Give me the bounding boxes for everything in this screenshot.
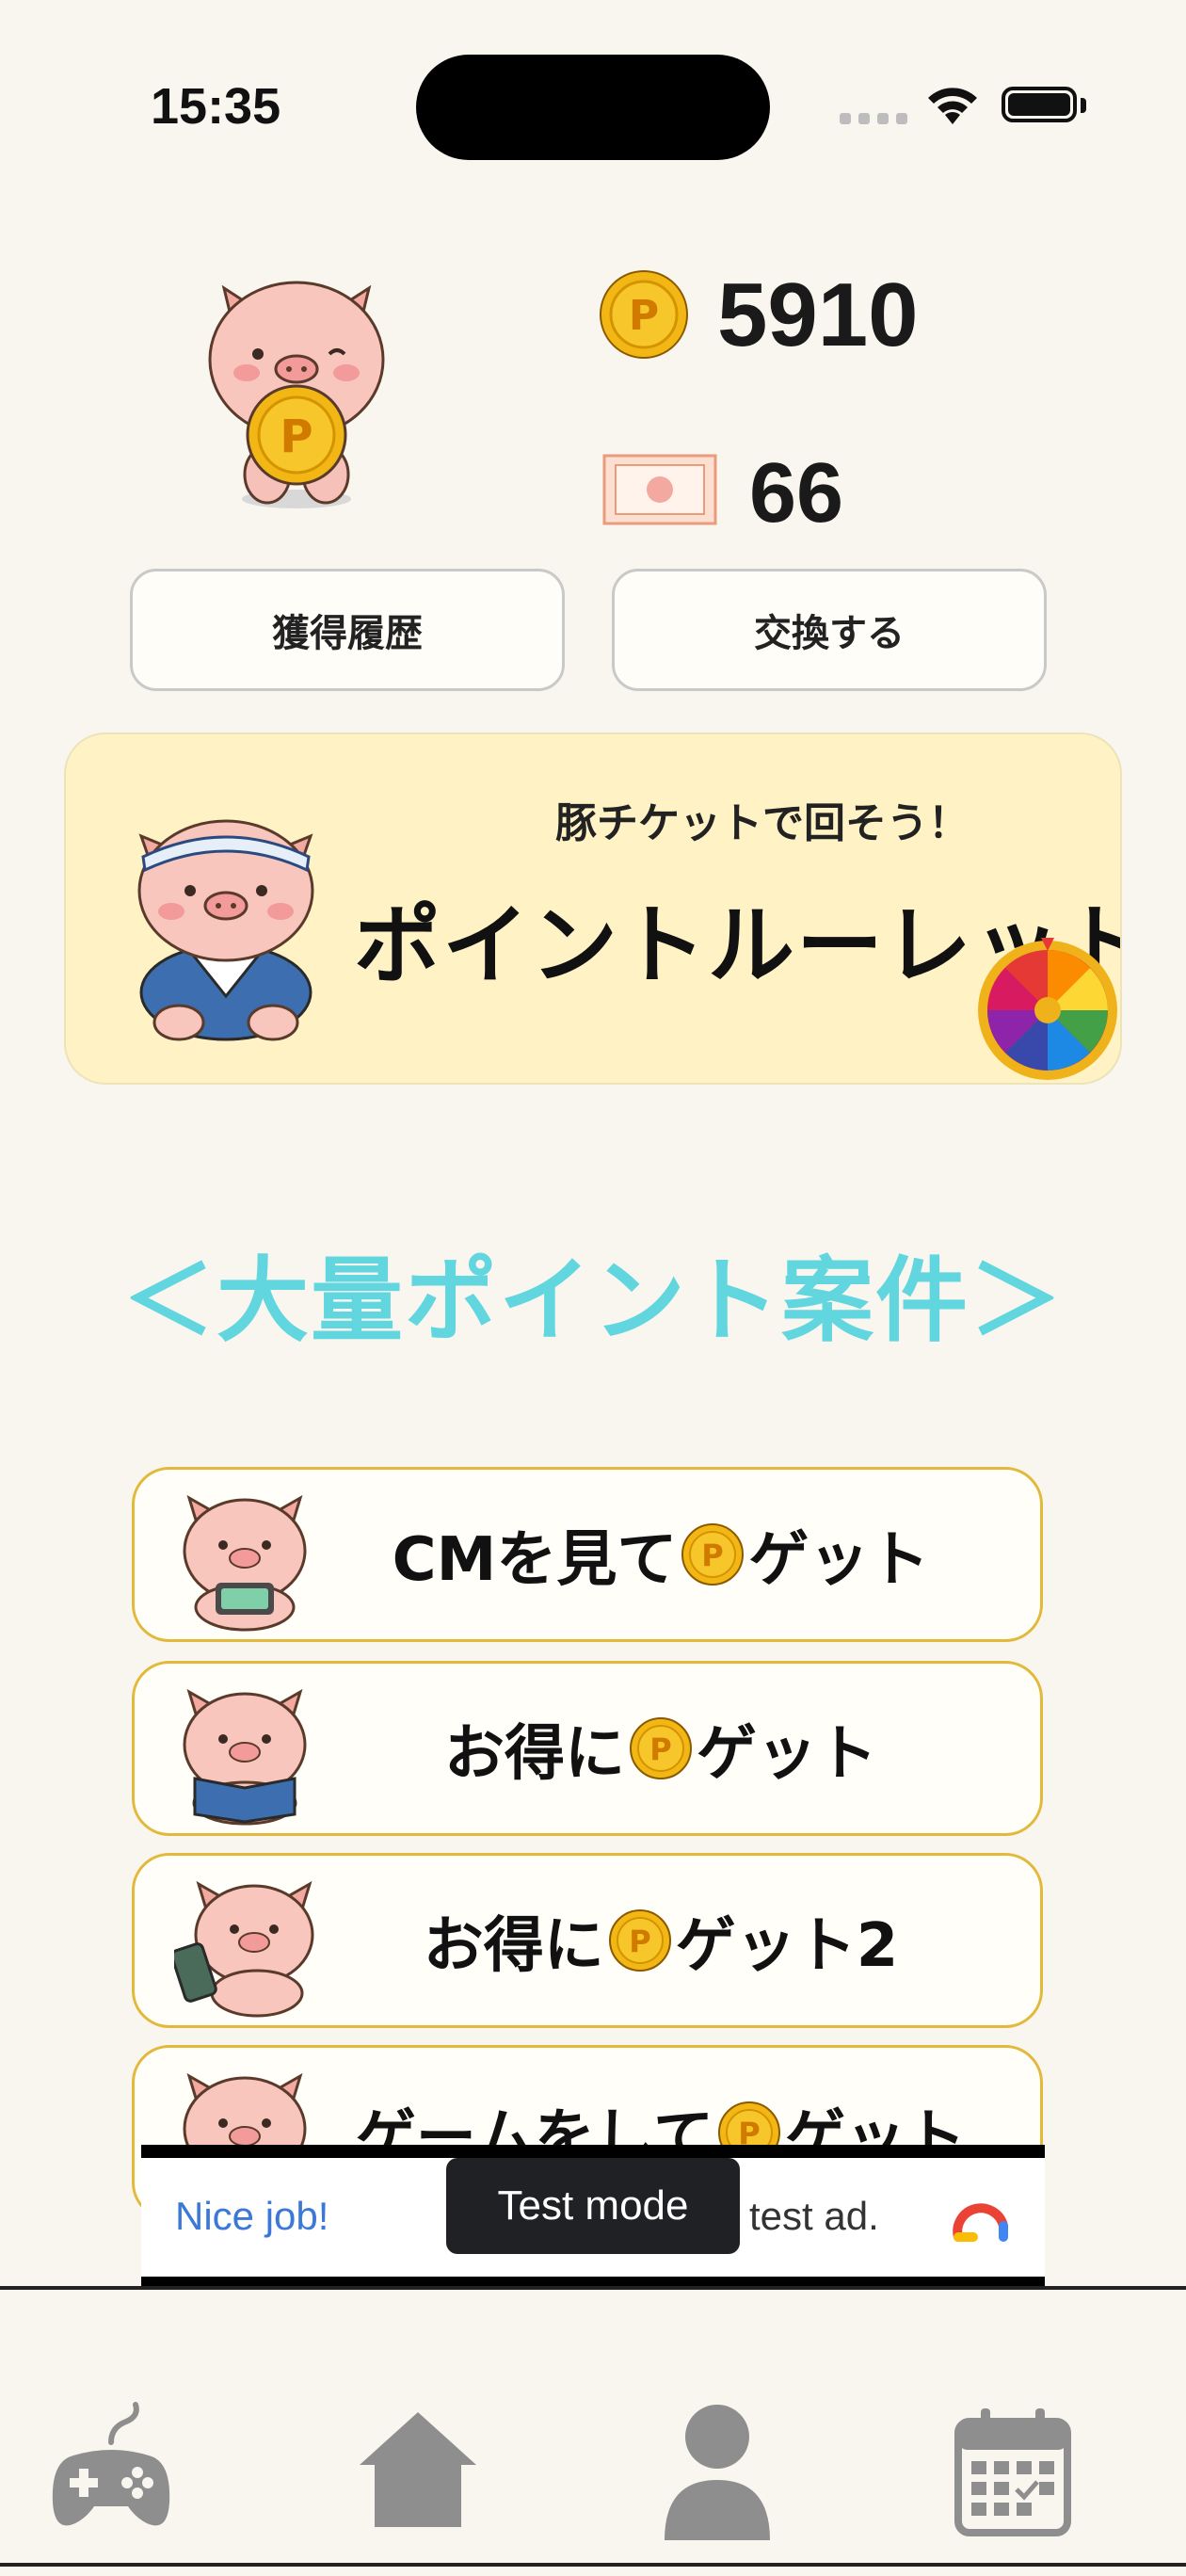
list-item-label: お得に P ゲット — [319, 1664, 1002, 1833]
test-mode-toast: Test mode — [446, 2158, 740, 2254]
list-item-label: CMを見て P ゲット — [319, 1470, 1002, 1639]
list-item-deal-2[interactable]: お得に P ゲット2 — [132, 1853, 1043, 2028]
pig-ticket-icon — [602, 454, 717, 525]
pig-holding-coin-illustration: P — [208, 281, 385, 508]
point-roulette-banner[interactable]: 豚チケットで回そう！ ポイントルーレット — [64, 733, 1122, 1085]
pig-happi-illustration — [137, 819, 314, 1041]
list-item-label: お得に P ゲット2 — [319, 1856, 1002, 2025]
calendar-icon[interactable] — [947, 2399, 1079, 2540]
exchange-button[interactable]: 交換する — [612, 569, 1047, 691]
person-icon[interactable] — [651, 2399, 783, 2540]
roulette-subtitle: 豚チケットで回そう！ — [555, 799, 970, 847]
svg-text:P: P — [280, 411, 313, 463]
svg-text:P: P — [629, 1924, 650, 1959]
tickets-balance: 66 — [749, 446, 844, 540]
history-button[interactable]: 獲得履歴 — [130, 569, 565, 691]
home-icon[interactable] — [352, 2399, 484, 2540]
battery-cap — [1081, 98, 1086, 113]
ad-body-text[interactable]: test ad. — [749, 2194, 879, 2239]
campaign-heading: ＜大量ポイント案件＞ — [121, 1248, 1064, 1355]
svg-text:P: P — [649, 1731, 671, 1767]
cellular-signal-icon — [840, 113, 907, 124]
status-time: 15:35 — [151, 78, 281, 135]
gamepad-icon[interactable] — [45, 2399, 177, 2540]
pig-book-illustration — [183, 1688, 307, 1826]
svg-text:P: P — [702, 1538, 724, 1573]
roulette-wheel-icon — [978, 938, 1117, 1080]
points-balance: 5910 — [717, 265, 919, 365]
ad-headline[interactable]: Nice job! — [175, 2194, 329, 2239]
svg-text:P: P — [629, 292, 659, 340]
coin-icon: P — [681, 1523, 745, 1586]
point-coin-icon: P — [600, 270, 688, 359]
coin-icon: P — [630, 1717, 692, 1779]
list-item-deal[interactable]: お得に P ゲット — [132, 1661, 1043, 1836]
adchoices-logo-icon[interactable] — [945, 2188, 1013, 2246]
pig-phone-illustration — [183, 1494, 307, 1632]
coin-icon: P — [608, 1909, 671, 1972]
list-item-watch-cm[interactable]: CMを見て P ゲット — [132, 1467, 1043, 1642]
pig-smartphone-illustration — [174, 1880, 314, 2018]
dynamic-island — [416, 55, 770, 160]
home-indicator — [0, 2563, 1186, 2567]
battery-icon — [1002, 87, 1077, 122]
wifi-icon — [928, 88, 977, 124]
